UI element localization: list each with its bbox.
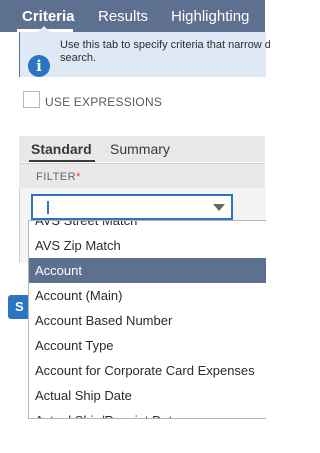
tab-highlighting[interactable]: Highlighting (171, 8, 249, 26)
search-button[interactable]: S (8, 295, 30, 319)
tab-criteria[interactable]: Criteria (22, 8, 75, 26)
chevron-down-icon[interactable] (213, 204, 225, 211)
dropdown-option-selected[interactable]: Account (29, 258, 266, 283)
use-expressions-checkbox[interactable] (23, 91, 40, 108)
required-marker: * (76, 171, 81, 183)
help-text: Use this tab to specify criteria that na… (60, 39, 270, 64)
dropdown-option[interactable]: Actual Ship Date (29, 383, 266, 408)
dropdown-option[interactable]: Account (Main) (29, 283, 266, 308)
filter-column-header: FILTER* (19, 163, 265, 189)
dropdown-option[interactable]: Account Type (29, 333, 266, 358)
filter-label: FILTER* (36, 171, 81, 183)
subtab-summary[interactable]: Summary (110, 141, 170, 157)
use-expressions-label: USE EXPRESSIONS (45, 95, 163, 109)
active-subtab-indicator (29, 160, 95, 162)
subtab-standard[interactable]: Standard (31, 141, 92, 157)
criteria-subtabs: Standard Summary (19, 136, 265, 162)
info-icon: i (28, 55, 50, 77)
tab-results[interactable]: Results (98, 8, 148, 26)
help-banner: i Use this tab to specify criteria that … (19, 32, 270, 77)
dropdown-option[interactable]: Account for Corporate Card Expenses (29, 358, 266, 383)
main-tab-bar: Criteria Results Highlighting (0, 0, 265, 32)
text-cursor (47, 201, 49, 214)
dropdown-option[interactable]: Actual Ship/Receipt Date (29, 408, 266, 418)
dropdown-option[interactable]: AVS Zip Match (29, 233, 266, 258)
dropdown-option[interactable]: Account Based Number (29, 308, 266, 333)
filter-select[interactable] (31, 194, 233, 220)
filter-dropdown-list[interactable]: AVS Street Match AVS Zip Match Account A… (28, 220, 266, 419)
dropdown-option[interactable]: AVS Street Match (29, 221, 266, 233)
filter-label-text: FILTER (36, 171, 77, 183)
